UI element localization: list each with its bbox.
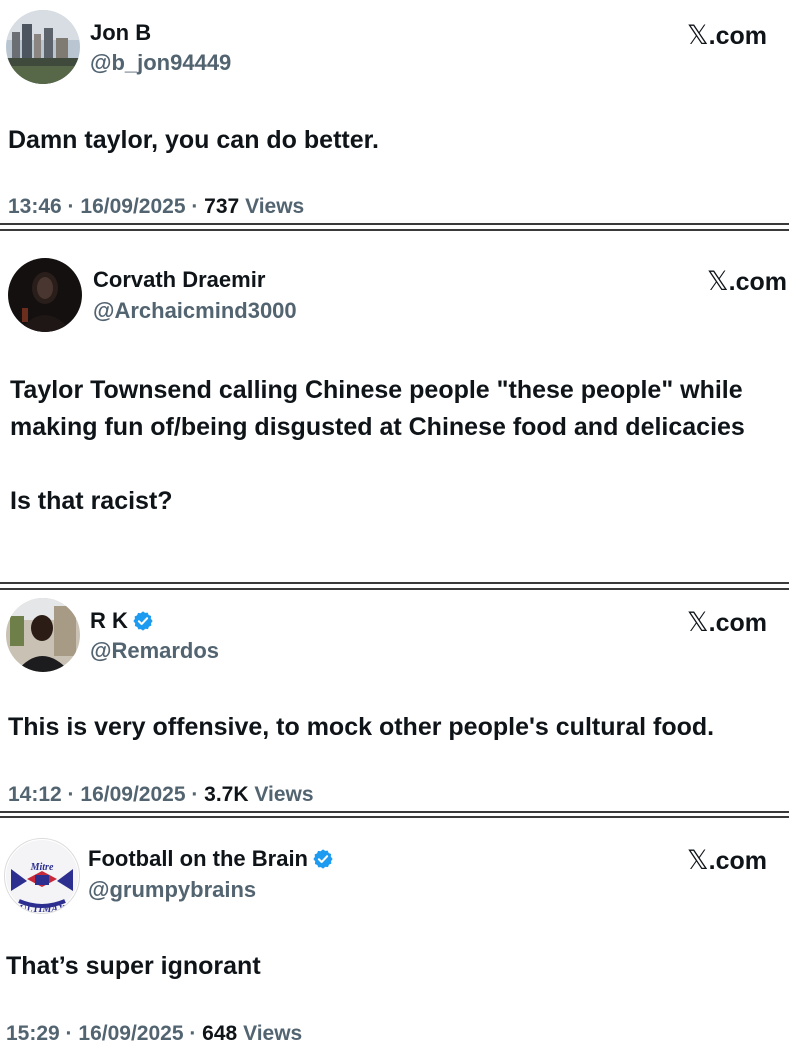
user-handle[interactable]: @Archaicmind3000 bbox=[93, 298, 297, 324]
tweet-card: R K @Remardos 𝕏.com This is very offensi… bbox=[0, 592, 789, 810]
avatar-logo-text: Mitre ULTIMAX bbox=[19, 862, 65, 914]
avatar[interactable] bbox=[8, 258, 82, 332]
source-domain: .com bbox=[708, 847, 767, 875]
source-label: 𝕏.com bbox=[707, 266, 787, 297]
tweet-text: This is very offensive, to mock other pe… bbox=[8, 713, 715, 741]
x-logo-icon: 𝕏 bbox=[686, 20, 709, 51]
tweet-meta: 13:46 · 16/09/2025 · 737 Views bbox=[8, 195, 304, 219]
tweet-time[interactable]: 13:46 bbox=[8, 195, 62, 218]
avatar[interactable]: Mitre ULTIMAX bbox=[4, 838, 80, 914]
tweet-time[interactable]: 15:29 bbox=[6, 1022, 60, 1045]
user-handle[interactable]: @b_jon94449 bbox=[90, 50, 231, 76]
source-label: 𝕏.com bbox=[687, 20, 767, 51]
tweet-meta: 15:29 · 16/09/2025 · 648 Views bbox=[6, 1022, 302, 1046]
views-count: 3.7K bbox=[204, 783, 249, 806]
x-logo-icon: 𝕏 bbox=[706, 266, 729, 297]
views-count: 737 bbox=[204, 195, 240, 218]
divider bbox=[0, 816, 789, 818]
source-label: 𝕏.com bbox=[687, 607, 767, 638]
display-name[interactable]: R K bbox=[90, 608, 154, 634]
divider bbox=[0, 811, 789, 813]
display-name-text: Jon B bbox=[90, 20, 152, 45]
tweet-date[interactable]: 16/09/2025 bbox=[80, 783, 185, 806]
tweet-card: Mitre ULTIMAX Football on the Brain @gru… bbox=[0, 820, 789, 1056]
source-label: 𝕏.com bbox=[687, 845, 767, 876]
meta-separator: · bbox=[61, 195, 81, 218]
divider bbox=[0, 588, 789, 590]
tweet-text: That’s super ignorant bbox=[6, 952, 261, 980]
meta-separator: · bbox=[185, 195, 205, 218]
views-label: Views bbox=[254, 783, 314, 806]
tweet-meta: 14:12 · 16/09/2025 · 3.7K Views bbox=[8, 783, 314, 807]
avatar[interactable] bbox=[6, 10, 80, 84]
display-name[interactable]: Jon B bbox=[90, 20, 151, 46]
display-name[interactable]: Corvath Draemir bbox=[93, 267, 265, 293]
tweet-time[interactable]: 14:12 bbox=[8, 783, 62, 806]
tweet-date[interactable]: 16/09/2025 bbox=[80, 195, 185, 218]
display-name-text: Football on the Brain bbox=[88, 846, 308, 871]
divider bbox=[0, 223, 789, 225]
x-logo-icon: 𝕏 bbox=[686, 607, 709, 638]
avatar[interactable] bbox=[6, 598, 80, 672]
tweet-text: Damn taylor, you can do better. bbox=[8, 126, 379, 154]
source-domain: .com bbox=[708, 609, 767, 637]
tweet-card: Jon B @b_jon94449 𝕏.com Damn taylor, you… bbox=[0, 0, 789, 222]
meta-separator: · bbox=[59, 1022, 79, 1045]
x-logo-icon: 𝕏 bbox=[686, 845, 709, 876]
tweet-card: Corvath Draemir @Archaicmind3000 𝕏.com T… bbox=[0, 234, 789, 582]
verified-badge-icon bbox=[133, 611, 153, 631]
meta-separator: · bbox=[183, 1022, 203, 1045]
divider bbox=[0, 582, 789, 584]
source-domain: .com bbox=[708, 22, 767, 50]
display-name-text: Corvath Draemir bbox=[93, 267, 266, 292]
tweet-text: Taylor Townsend calling Chinese people "… bbox=[10, 376, 745, 515]
source-domain: .com bbox=[728, 268, 787, 296]
divider bbox=[0, 229, 789, 231]
user-handle[interactable]: @Remardos bbox=[90, 638, 219, 664]
verified-badge-icon bbox=[313, 849, 333, 869]
user-handle[interactable]: @grumpybrains bbox=[88, 877, 256, 903]
views-count: 648 bbox=[202, 1022, 238, 1045]
meta-separator: · bbox=[61, 783, 81, 806]
views-label: Views bbox=[243, 1022, 303, 1045]
tweet-date[interactable]: 16/09/2025 bbox=[78, 1022, 183, 1045]
display-name[interactable]: Football on the Brain bbox=[88, 846, 334, 872]
meta-separator: · bbox=[185, 783, 205, 806]
views-label: Views bbox=[245, 195, 305, 218]
display-name-text: R K bbox=[90, 608, 128, 633]
